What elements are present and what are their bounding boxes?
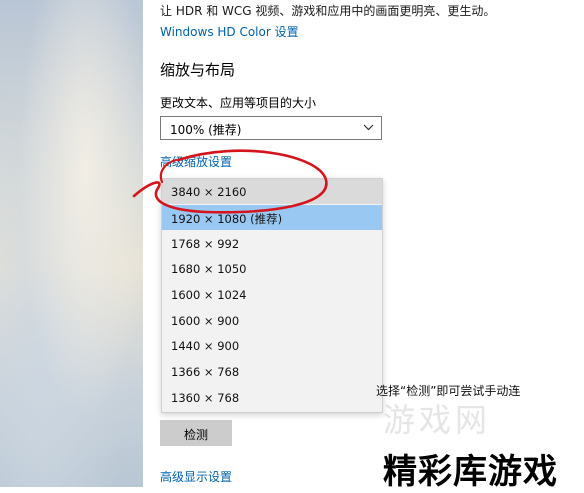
resolution-option[interactable]: 1366 × 768 [162,359,382,384]
text-size-label: 更改文本、应用等项目的大小 [160,96,317,110]
windows-hd-color-link[interactable]: Windows HD Color 设置 [160,23,299,40]
resolution-option[interactable]: 1680 × 1050 [162,256,382,281]
resolution-dropdown-list: 3840 × 2160 1920 × 1080 (推荐) 1768 × 992 … [161,178,383,413]
resolution-option[interactable]: 1768 × 992 [162,231,382,256]
detect-button[interactable]: 检测 [160,420,232,446]
scale-layout-title: 缩放与布局 [160,61,236,79]
scale-select[interactable]: 100% (推荐) [160,116,382,140]
resolution-option[interactable]: 1360 × 768 [162,385,382,410]
resolution-option[interactable]: 1600 × 900 [162,308,382,333]
scale-select-value: 100% (推荐) [170,123,242,137]
hdr-description: 让 HDR 和 WCG 视频、游戏和应用中的画面更明亮、更生动。 [160,4,496,18]
desktop-wallpaper [0,0,143,487]
watermark-text: 精彩库游戏 [383,452,558,492]
resolution-option-selected[interactable]: 1920 × 1080 (推荐) [162,205,382,230]
advanced-display-link[interactable]: 高级显示设置 [160,468,232,485]
chevron-down-icon [363,124,374,131]
resolution-option[interactable]: 3840 × 2160 [162,179,382,204]
resolution-option[interactable]: 1600 × 1024 [162,282,382,307]
watermark-ghost-text: 游戏网 [383,401,492,439]
advanced-scaling-link[interactable]: 高级缩放设置 [160,153,232,170]
resolution-option[interactable]: 1440 × 900 [162,333,382,358]
